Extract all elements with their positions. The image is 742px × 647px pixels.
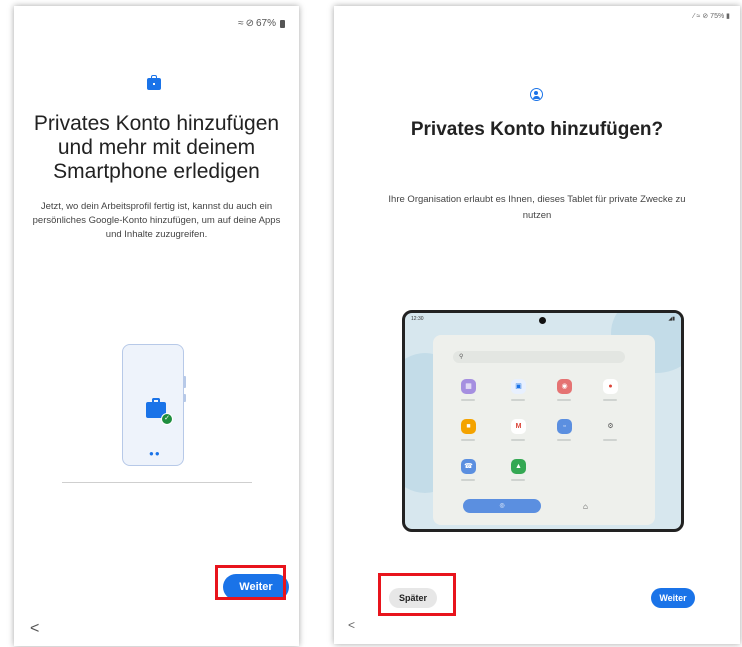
tablet-signal-icon: ◢▮ [668, 316, 675, 322]
divider [62, 482, 252, 483]
app-label [461, 399, 475, 401]
dock-illustration: ◎ [463, 499, 541, 513]
next-button[interactable]: Weiter [651, 588, 695, 608]
tablet-screen-right: ⁄ ≈ ⊘ 75% ▮ Privates Konto hinzufügen? I… [334, 6, 740, 644]
page-description: Ihre Organisation erlaubt es Ihnen, dies… [388, 194, 686, 221]
phone-side-button [183, 394, 186, 402]
calendar-app-icon: ▣ [511, 379, 526, 394]
settings-app-icon: ⚙ [607, 423, 614, 430]
chrome-app-icon: ● [603, 379, 618, 394]
page-description: Jetzt, wo dein Arbeitsprofil fertig ist,… [32, 201, 281, 240]
back-icon[interactable]: < [348, 618, 355, 632]
app-label [461, 439, 475, 441]
messages-app-icon: ▫ [557, 419, 572, 434]
battery-icon: ▮ [726, 13, 730, 20]
games-app-icon: ▲ [511, 459, 526, 474]
app-label [511, 399, 525, 401]
app-label [511, 439, 525, 441]
app-label [511, 479, 525, 481]
highlight-box [378, 573, 456, 616]
briefcase-icon [147, 75, 161, 90]
status-bar-left: ≈ ⊘ 67% [238, 18, 285, 29]
do-not-disturb-icon: ⊘ [702, 13, 709, 20]
page-dots-icon: ●● [149, 449, 161, 458]
check-icon: ✓ [161, 413, 173, 425]
page-title: Privates Konto hinzufügen und mehr mit d… [33, 112, 280, 183]
battery-percent: 67% [255, 18, 276, 29]
app-icon: ◎ [499, 503, 505, 509]
phone-screen-left: ≈ ⊘ 67% Privates Konto hinzufügen und me… [14, 6, 299, 646]
search-icon: ⚲ [459, 354, 464, 360]
phone-side-button [183, 376, 186, 388]
wifi-icon: ≈ [696, 13, 701, 20]
app-label [603, 399, 617, 401]
account-circle-icon [530, 88, 543, 101]
calculator-app-icon: ▦ [461, 379, 476, 394]
tablet-illustration: 12:30 ◢▮ ⚲ ▦ ▣ ◉ ● ■ M ▫ ⚙ ☎ ▲ ◎ ⌂ [402, 310, 684, 532]
status-bar-right: ⁄ ≈ ⊘ 75% ▮ [693, 12, 730, 20]
tablet-clock: 12:30 [411, 316, 424, 322]
gmail-app-icon: M [511, 419, 526, 434]
search-bar-illustration: ⚲ [453, 351, 625, 363]
app-label [557, 439, 571, 441]
app-label [557, 399, 571, 401]
phone-app-icon: ☎ [461, 459, 476, 474]
battery-percent: 75% [710, 13, 725, 20]
wifi-icon: ≈ [238, 18, 244, 29]
files-app-icon: ■ [461, 419, 476, 434]
camera-icon [539, 317, 546, 324]
do-not-disturb-icon: ⊘ [245, 18, 254, 29]
highlight-box [215, 565, 286, 600]
app-label [603, 439, 617, 441]
home-icon: ⌂ [583, 502, 588, 511]
page-title: Privates Konto hinzufügen? [410, 119, 664, 140]
back-icon[interactable]: < [30, 620, 39, 638]
battery-icon [280, 19, 285, 28]
camera-app-icon: ◉ [557, 379, 572, 394]
work-profile-illustration: ✓ ●● [62, 324, 252, 484]
app-label [461, 479, 475, 481]
screenshot-canvas: ≈ ⊘ 67% Privates Konto hinzufügen und me… [0, 0, 742, 647]
pen-icon: ⁄ [693, 13, 695, 20]
